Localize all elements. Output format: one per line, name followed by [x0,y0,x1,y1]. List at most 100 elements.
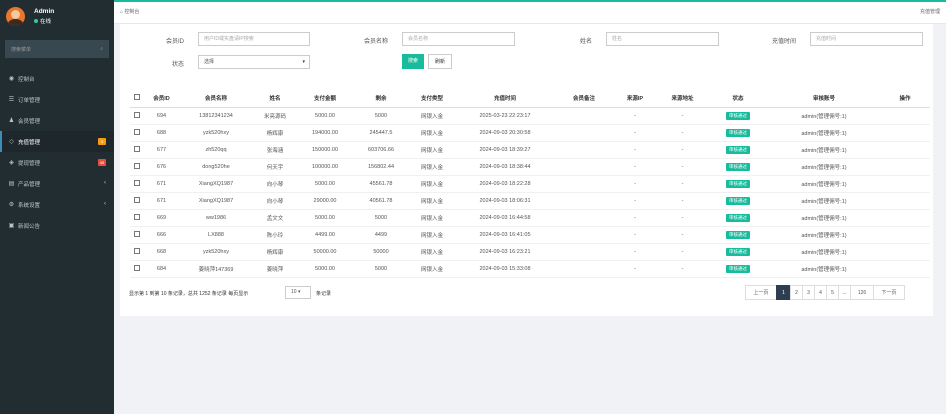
table-row[interactable]: 676 dong520he 何天宇 100000.00 156802.44 网银入金 202… [130,158,930,176]
sidebar: Admin 在线 搜索菜单 ⌕ ◉ 控制台 ☰ 订单管理 ♟ 会员管理 ◇ 充值管理 3 ◈ 提现管… [0,0,114,414]
sidebar-item-label: 产品管理 [18,181,41,188]
status-cell: 审核通过 [708,243,768,261]
column-header[interactable]: 来源地址 [657,90,708,108]
search-icon[interactable]: ⌕ [100,46,103,52]
column-header[interactable]: 会员ID [144,90,179,108]
table-row[interactable]: 688 yzk520hxy 杨辉康 194000.00 245447.5 网银入金 2024… [130,124,930,142]
table-cell: yzk520hxy [179,124,253,142]
row-select-cell[interactable] [130,209,144,227]
page-button[interactable]: 1 [776,285,791,300]
table-row[interactable]: 669 ww1986 孟文文 5000.00 5000 网银入金 2024-09-03 16… [130,209,930,227]
table-row[interactable]: 668 yzk520hxy 杨辉康 50000.00 50000 网银入金 2024-09-… [130,243,930,261]
row-select-cell[interactable] [130,175,144,193]
column-header[interactable]: 来源IP [613,90,657,108]
table-cell: XiangXQ1987 [179,192,253,210]
table-row[interactable]: 666 LX888 陈小玲 4499.00 4499 网银入金 2024-09-03 16:… [130,226,930,244]
column-header[interactable]: 支付金额 [297,90,353,108]
page-size-select[interactable]: 10 ▾ [285,286,311,299]
table-cell [555,243,613,261]
table-cell: 网银入金 [409,124,455,142]
table-cell [555,209,613,227]
refresh-button[interactable]: 刷新 [428,54,452,69]
prev-page-button[interactable]: 上一页 [745,285,777,300]
table-row[interactable]: 671 XiangXQ1987 向小琴 5000.00 45561.78 网银入金 2024… [130,175,930,193]
member-id-input[interactable]: 用户ID或实盘请IP搜索 [198,32,310,46]
column-header[interactable]: 姓名 [253,90,297,108]
table-cell: - [657,192,708,210]
table-cell: 张海涵 [253,141,297,159]
table-row[interactable]: 677 zh520qq 张海涵 150000.00 603706.66 网银入金 2024-… [130,141,930,159]
status-badge: 审核通过 [726,213,750,222]
row-select-cell[interactable] [130,226,144,244]
column-header[interactable]: 操作 [880,90,930,108]
table-cell [555,192,613,210]
next-page-button[interactable]: 下一页 [873,285,905,300]
breadcrumb-label[interactable]: 控制台 [124,9,139,15]
table-cell: - [657,260,708,278]
row-checkbox[interactable] [134,196,140,203]
table-cell: admin(管理佣号:1) [768,192,880,210]
sidebar-item-settings[interactable]: ⚙ 系统设置 ‹ [0,194,114,215]
table-cell: LX888 [179,226,253,244]
row-select-cell[interactable] [130,260,144,278]
table-cell: 13812341234 [179,107,253,125]
table-cell [880,124,930,142]
table-cell [880,175,930,193]
select-all-checkbox[interactable] [134,94,140,101]
row-select-cell[interactable] [130,124,144,142]
row-checkbox[interactable] [134,230,140,237]
recharge-time-input[interactable]: 充值时间 [810,32,923,46]
sidebar-item-users[interactable]: ♟ 会员管理 [0,110,114,131]
search-button[interactable]: 搜索 [402,54,424,69]
sidebar-item-dashboard[interactable]: ◉ 控制台 [0,68,114,89]
column-header[interactable]: 剩余 [353,90,409,108]
table-cell: 何天宇 [253,158,297,176]
table-cell: 姜晓萍147369 [179,260,253,278]
table-row[interactable]: 694 13812341234 米亮源码 5000.00 5000 网银入金 2025-03… [130,107,930,125]
table-cell: - [657,243,708,261]
sidebar-item-news[interactable]: ▣ 新闻公告 [0,215,114,236]
column-header[interactable]: 会员名称 [179,90,253,108]
table-cell: 姜晓萍 [253,260,297,278]
row-checkbox[interactable] [134,179,140,186]
row-checkbox[interactable] [134,247,140,254]
table-cell: - [613,192,657,210]
row-checkbox[interactable] [134,128,140,135]
status-select[interactable]: 选择 ▾ [198,55,310,69]
select-all-cell[interactable] [130,90,144,108]
row-select-cell[interactable] [130,158,144,176]
table-row[interactable]: 684 姜晓萍147369 姜晓萍 5000.00 5000 网银入金 2024-09-03… [130,260,930,278]
table-cell: 100000.00 [297,158,353,176]
row-checkbox[interactable] [134,145,140,152]
column-header[interactable]: 审核账号 [768,90,880,108]
row-select-cell[interactable] [130,243,144,261]
status-badge: 审核通过 [726,128,750,137]
column-header[interactable]: 支付类型 [409,90,455,108]
column-header[interactable]: 状态 [708,90,768,108]
user-status-text: 在线 [40,18,52,25]
sidebar-item-product[interactable]: ▤ 产品管理 ‹ [0,173,114,194]
table-cell: - [613,107,657,125]
row-select-cell[interactable] [130,192,144,210]
page-button[interactable]: 126 [850,285,874,300]
column-header[interactable]: 会员备注 [555,90,613,108]
sidebar-search[interactable]: 搜索菜单 ⌕ [5,40,109,58]
sidebar-item-recharge[interactable]: ◇ 充值管理 3 [0,131,114,152]
sidebar-search-input[interactable]: 搜索菜单 [11,46,31,53]
column-header[interactable]: 充值时间 [455,90,555,108]
row-select-cell[interactable] [130,107,144,125]
sidebar-item-withdraw[interactable]: ◈ 提现管理 45 [0,152,114,173]
table-row[interactable]: 671 XiangXQ1987 向小琴 29000.00 40561.78 网银入金 202… [130,192,930,210]
row-checkbox[interactable] [134,162,140,169]
table-cell: 45561.78 [353,175,409,193]
row-checkbox[interactable] [134,111,140,118]
row-select-cell[interactable] [130,141,144,159]
breadcrumb[interactable]: ⌂ 控制台 [120,8,139,15]
row-checkbox[interactable] [134,213,140,220]
member-name-input[interactable]: 会员名称 [402,32,515,46]
row-checkbox[interactable] [134,264,140,271]
name-input[interactable]: 姓名 [606,32,719,46]
table-cell: 5000 [353,260,409,278]
sidebar-item-list[interactable]: ☰ 订单管理 [0,89,114,110]
sidebar-badge: 3 [98,138,106,145]
